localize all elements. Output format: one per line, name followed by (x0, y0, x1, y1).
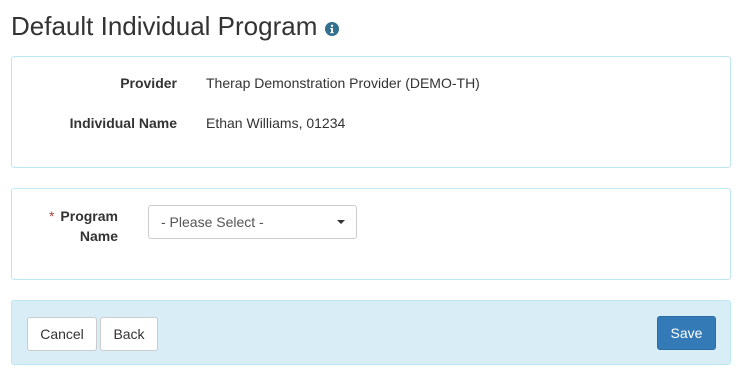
individual-name-value: Ethan Williams, 01234 (206, 115, 346, 131)
caret-down-icon (337, 220, 345, 224)
page-title-text: Default Individual Program (11, 11, 318, 41)
page-title: Default Individual Program (11, 10, 340, 42)
program-name-selected-value: - Please Select - (161, 214, 264, 230)
required-marker: * (48, 208, 55, 224)
back-button[interactable]: Back (100, 317, 158, 351)
program-name-select[interactable]: - Please Select - (148, 205, 357, 239)
save-button[interactable]: Save (657, 316, 716, 350)
provider-value: Therap Demonstration Provider (DEMO-TH) (206, 75, 480, 91)
individual-info-panel: Provider Therap Demonstration Provider (… (11, 56, 731, 168)
form-actions-bar: Cancel Back Save (11, 300, 731, 365)
individual-name-label: Individual Name (69, 115, 177, 131)
program-panel: * Program Name - Please Select - (11, 188, 731, 280)
program-name-label: * Program Name (32, 206, 118, 246)
cancel-button[interactable]: Cancel (27, 317, 97, 351)
provider-label: Provider (120, 75, 177, 91)
info-circle-icon[interactable] (325, 22, 340, 36)
program-name-label-text: Program Name (60, 208, 118, 244)
